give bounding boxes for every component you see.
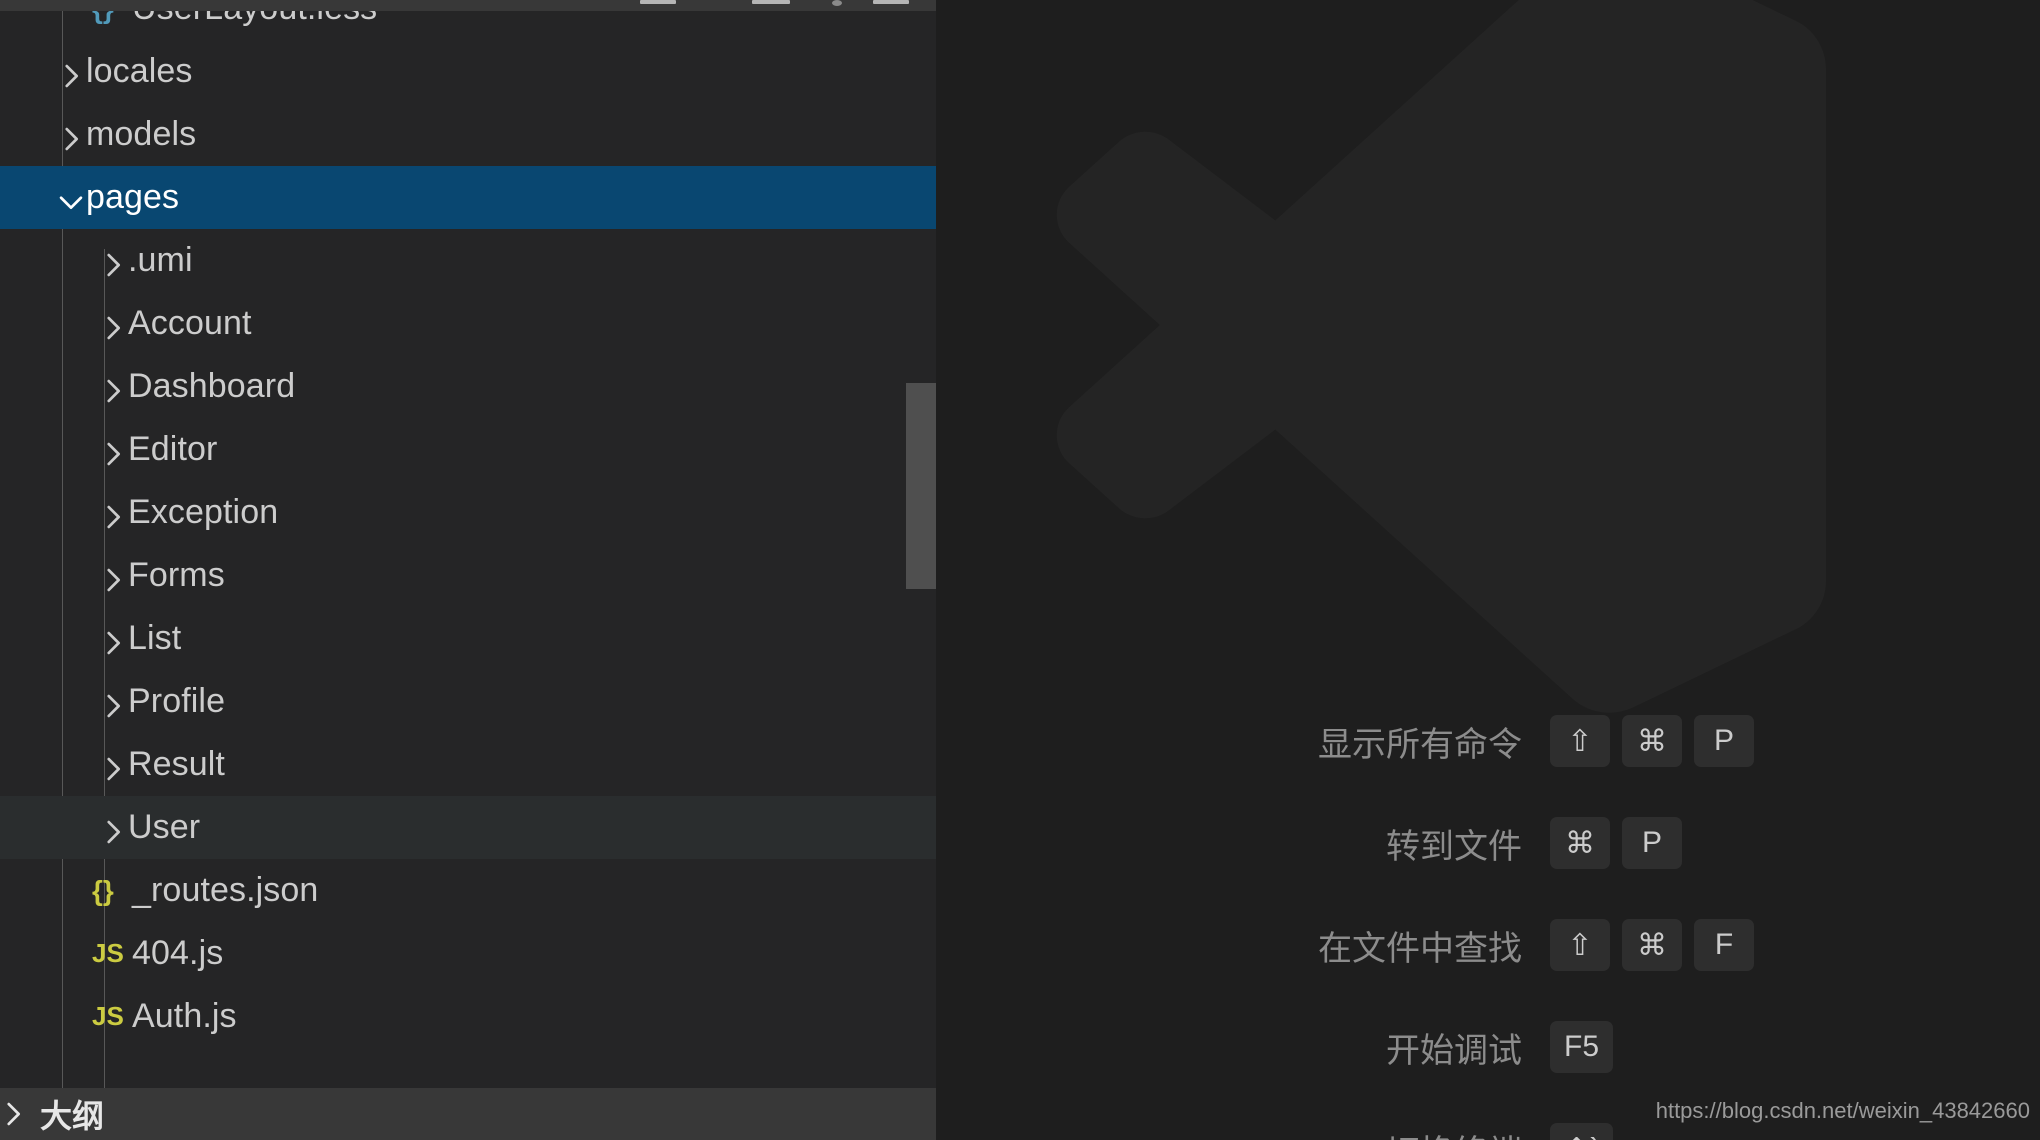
new-file-icon[interactable] (640, 0, 676, 4)
chevron-right-icon[interactable] (88, 670, 128, 733)
chevron-right-icon[interactable] (46, 40, 86, 103)
tree-item-404-js[interactable]: JS 404.js (0, 922, 936, 985)
keycap: F5 (1550, 1021, 1614, 1073)
welcome-shortcut-row: 显示所有命令 ⇧ ⌘ P (936, 690, 2040, 792)
tree-item-label: Exception (128, 493, 279, 531)
chevron-right-icon[interactable] (88, 607, 128, 670)
new-folder-icon[interactable] (752, 0, 790, 4)
braces-icon: {} (92, 874, 114, 906)
welcome-shortcut-label: 切换终端 (936, 1125, 1550, 1140)
chevron-right-icon[interactable] (88, 418, 128, 481)
tree-item-userlayout-less[interactable]: {}UserLayout.less (0, 11, 936, 40)
tree-item-label: models (86, 115, 197, 153)
tree-item-label: List (128, 619, 182, 657)
welcome-shortcut-row: 在文件中查找 ⇧ ⌘ F (936, 894, 2040, 996)
welcome-shortcut-label: 显示所有命令 (1318, 725, 1522, 764)
tree-item-list[interactable]: List (0, 607, 936, 670)
explorer-sidebar: {}UserLayout.lesslocalesmodelspages.umiA… (0, 0, 936, 1140)
keycap: P (1694, 715, 1754, 767)
outline-pane-title: 大纲 (40, 1098, 105, 1134)
keycap: F (1694, 919, 1754, 971)
welcome-shortcut-keys: ⌃` (1550, 1123, 1625, 1140)
welcome-shortcut-keys: F5 (1550, 1021, 1625, 1073)
tree-item-result[interactable]: Result (0, 733, 936, 796)
tree-item-label: Editor (128, 430, 218, 468)
js-icon: JS (92, 1001, 124, 1031)
welcome-shortcut-label: 在文件中查找 (1318, 929, 1522, 968)
tree-item-label: _routes.json (132, 871, 319, 909)
tree-item-account[interactable]: Account (0, 292, 936, 355)
keycap: ⌘ (1622, 715, 1682, 767)
outline-pane-header[interactable]: 大纲 (0, 1088, 936, 1140)
tree-item-editor[interactable]: Editor (0, 418, 936, 481)
welcome-shortcut-keys: ⇧ ⌘ P (1550, 715, 1766, 767)
tree-item-label: Profile (128, 682, 226, 720)
tree-item-exception[interactable]: Exception (0, 481, 936, 544)
tree-item-user[interactable]: User (0, 796, 936, 859)
keycap: ⇧ (1550, 919, 1610, 971)
tree-item-models[interactable]: models (0, 103, 936, 166)
welcome-shortcuts-list: 显示所有命令⇧⌘P转到文件⌘P在文件中查找⇧⌘F开始调试F5切换终端⌃` (936, 690, 2040, 1140)
file-tree[interactable]: {}UserLayout.lesslocalesmodelspages.umiA… (0, 11, 936, 1088)
chevron-right-icon[interactable] (88, 796, 128, 859)
welcome-shortcut-row: 开始调试 F5 (936, 996, 2040, 1098)
welcome-shortcut-label: 开始调试 (1386, 1031, 1522, 1070)
tree-item-auth-js[interactable]: JS Auth.js (0, 985, 936, 1048)
tree-item-pages[interactable]: pages (0, 166, 936, 229)
tree-item-label: Account (128, 304, 252, 342)
chevron-right-icon[interactable] (88, 355, 128, 418)
page-watermark-url: https://blog.csdn.net/weixin_43842660 (1655, 1098, 2030, 1123)
tree-item-label: pages (86, 178, 180, 216)
tree-item-label: User (128, 808, 201, 846)
chevron-right-icon[interactable] (88, 544, 128, 607)
welcome-shortcut-keys: ⇧ ⌘ F (1550, 919, 1766, 971)
tree-item-forms[interactable]: Forms (0, 544, 936, 607)
chevron-right-icon[interactable] (88, 733, 128, 796)
chevron-down-icon[interactable] (46, 166, 86, 229)
js-icon: JS (92, 938, 124, 968)
tree-item-label: Dashboard (128, 367, 296, 405)
keycap: ⇧ (1550, 715, 1610, 767)
vscode-window: {}UserLayout.lesslocalesmodelspages.umiA… (0, 0, 2040, 1140)
tree-item-label: Auth.js (132, 997, 237, 1035)
collapse-all-icon[interactable] (873, 0, 909, 4)
chevron-right-icon[interactable] (46, 103, 86, 166)
keycap: ⌘ (1622, 919, 1682, 971)
chevron-right-icon (0, 1083, 40, 1140)
tree-item-label: 404.js (132, 934, 224, 972)
editor-welcome-area: 显示所有命令⇧⌘P转到文件⌘P在文件中查找⇧⌘F开始调试F5切换终端⌃` htt… (936, 0, 2040, 1140)
tree-item-label: Result (128, 745, 225, 783)
vscode-logo-watermark (1056, 0, 1826, 713)
chevron-right-icon[interactable] (88, 229, 128, 292)
braces-icon: {} (88, 11, 132, 25)
tree-item-label: locales (86, 52, 193, 90)
tree-item-dashboard[interactable]: Dashboard (0, 355, 936, 418)
tree-item-routes-json[interactable]: {} _routes.json (0, 859, 936, 922)
tree-item-umi[interactable]: .umi (0, 229, 936, 292)
welcome-shortcut-keys: ⌘ P (1550, 817, 1694, 869)
keycap: ⌃` (1550, 1123, 1614, 1140)
chevron-right-icon[interactable] (88, 481, 128, 544)
keycap: ⌘ (1550, 817, 1610, 869)
explorer-scrollbar[interactable] (906, 383, 936, 589)
refresh-icon[interactable] (832, 0, 842, 6)
welcome-shortcut-row: 转到文件 ⌘ P (936, 792, 2040, 894)
explorer-toolbar (0, 0, 936, 11)
tree-item-label: UserLayout.less (132, 11, 377, 28)
tree-item-label: .umi (128, 241, 193, 279)
keycap: P (1622, 817, 1682, 869)
tree-item-profile[interactable]: Profile (0, 670, 936, 733)
tree-item-locales[interactable]: locales (0, 40, 936, 103)
welcome-shortcut-label: 转到文件 (1386, 827, 1522, 866)
chevron-right-icon[interactable] (88, 292, 128, 355)
tree-item-label: Forms (128, 556, 225, 594)
